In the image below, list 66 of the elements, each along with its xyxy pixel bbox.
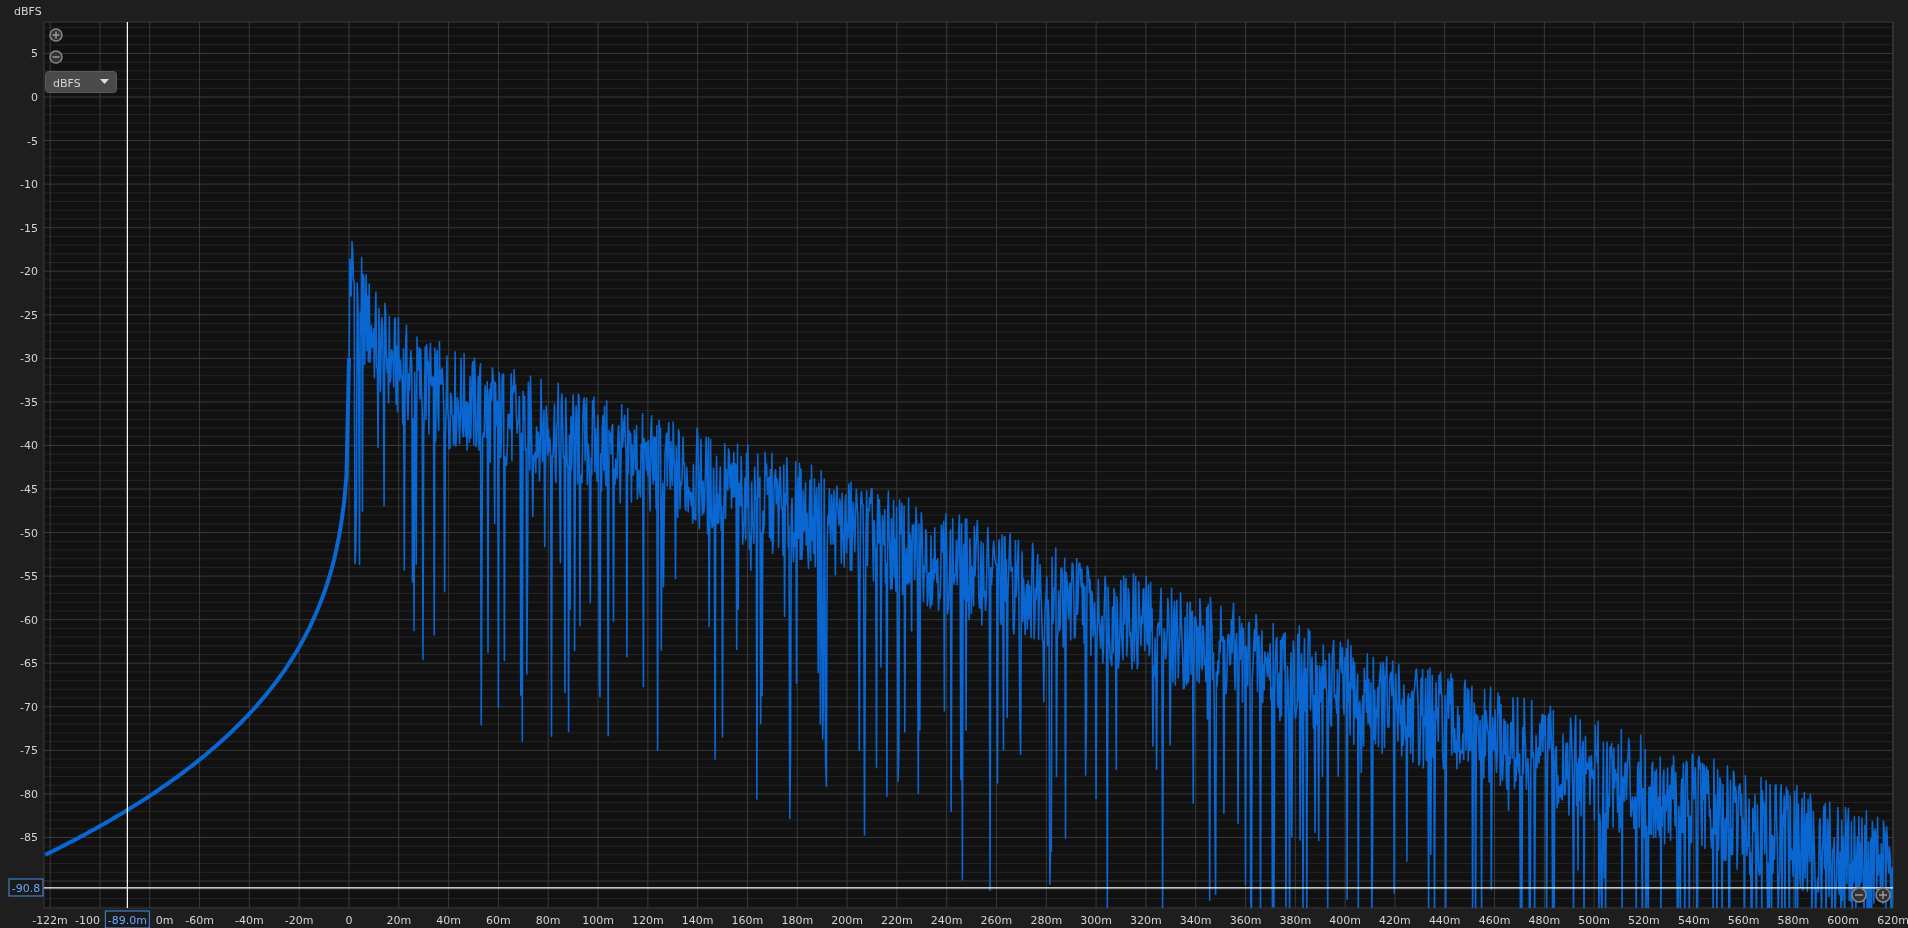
y-tick-label: -60: [20, 613, 38, 627]
y-tick-label: -50: [20, 526, 38, 540]
axis-title: dBFS: [14, 5, 42, 18]
x-tick-label: 480m: [1528, 914, 1561, 927]
x-tick-label: 260m: [980, 914, 1013, 927]
y-tick-label: -30: [20, 352, 38, 366]
y-tick-label: -10: [20, 178, 38, 192]
y-tick-label: -20: [20, 265, 38, 279]
x-tick-label: -40m: [235, 914, 264, 927]
x-tick-label: 120m: [632, 914, 664, 927]
x-tick-label: 200m: [831, 914, 863, 927]
x-tick-label: 160m: [731, 914, 764, 927]
x-tick-label: 540m: [1677, 914, 1710, 927]
x-tick-label: -60m: [185, 914, 214, 927]
zoom-out-icon[interactable]: [1851, 887, 1867, 903]
y-tick-label: -15: [20, 221, 38, 235]
x-tick-label: 500m: [1578, 914, 1610, 927]
x-tick-label: 40m: [436, 914, 461, 927]
x-tick-label: -122m: [32, 914, 68, 927]
x-tick-label: -20m: [284, 914, 314, 927]
x-tick-label: 580m: [1777, 914, 1810, 927]
y-tick-label: 0: [31, 91, 38, 104]
x-tick-label: 520m: [1628, 914, 1660, 927]
x-tick-label: 380m: [1279, 914, 1312, 927]
x-cursor-readout: -89.0m: [104, 910, 150, 928]
y-cursor-readout: -90.8: [8, 878, 44, 897]
y-tick-label: -25: [20, 308, 38, 322]
x-tick-label: 0: [345, 914, 353, 927]
x-tick-label: 420m: [1379, 914, 1411, 927]
zoom-in-icon[interactable]: [1875, 887, 1891, 903]
x-tick-label: 320m: [1130, 914, 1162, 927]
x-tick-label: 620m: [1877, 914, 1908, 927]
y-tick-label: -65: [20, 657, 38, 671]
y-tick-label: 5: [31, 47, 38, 61]
x-tick-label: 180m: [781, 914, 814, 927]
x-tick-label: 60m: [486, 914, 511, 927]
x-tick-label: 280m: [1030, 914, 1063, 927]
y-tick-label: -40: [20, 439, 38, 453]
y-tick-label: -5: [27, 134, 38, 148]
y-tick-label: -45: [20, 483, 38, 496]
y-tick-label: -85: [20, 831, 38, 845]
x-tick-label: 20m: [386, 914, 412, 927]
x-tick-label: 80m: [535, 914, 561, 927]
x-tick-label: 0m: [155, 914, 174, 927]
y-tick-label: -55: [20, 570, 38, 584]
x-tick-label: 240m: [930, 914, 963, 927]
cursor-line[interactable]: [126, 21, 128, 909]
x-tick-label: 360m: [1229, 914, 1262, 927]
unit-dropdown[interactable]: dBFS: [45, 71, 117, 93]
x-tick-label: 140m: [681, 914, 714, 927]
x-tick-label: 340m: [1179, 914, 1212, 927]
x-tick-label: 300m: [1080, 914, 1112, 927]
x-tick-label: 100m: [582, 914, 614, 927]
y-tick-label: -80: [20, 787, 38, 801]
x-tick-label: 560m: [1727, 914, 1760, 927]
x-tick-label: 400m: [1329, 914, 1361, 927]
y-tick-label: -70: [20, 700, 38, 714]
x-tick-label: -100: [75, 914, 100, 927]
y-tick-label: -35: [20, 395, 38, 409]
x-tick-label: 460m: [1478, 914, 1511, 927]
zoom-out-icon[interactable]: [49, 50, 63, 64]
x-tick-label: 220m: [881, 914, 913, 927]
zoom-in-icon[interactable]: [49, 28, 63, 42]
x-tick-label: 600m: [1827, 914, 1860, 927]
x-tick-label: 440m: [1428, 914, 1461, 927]
y-tick-label: -75: [20, 744, 38, 758]
